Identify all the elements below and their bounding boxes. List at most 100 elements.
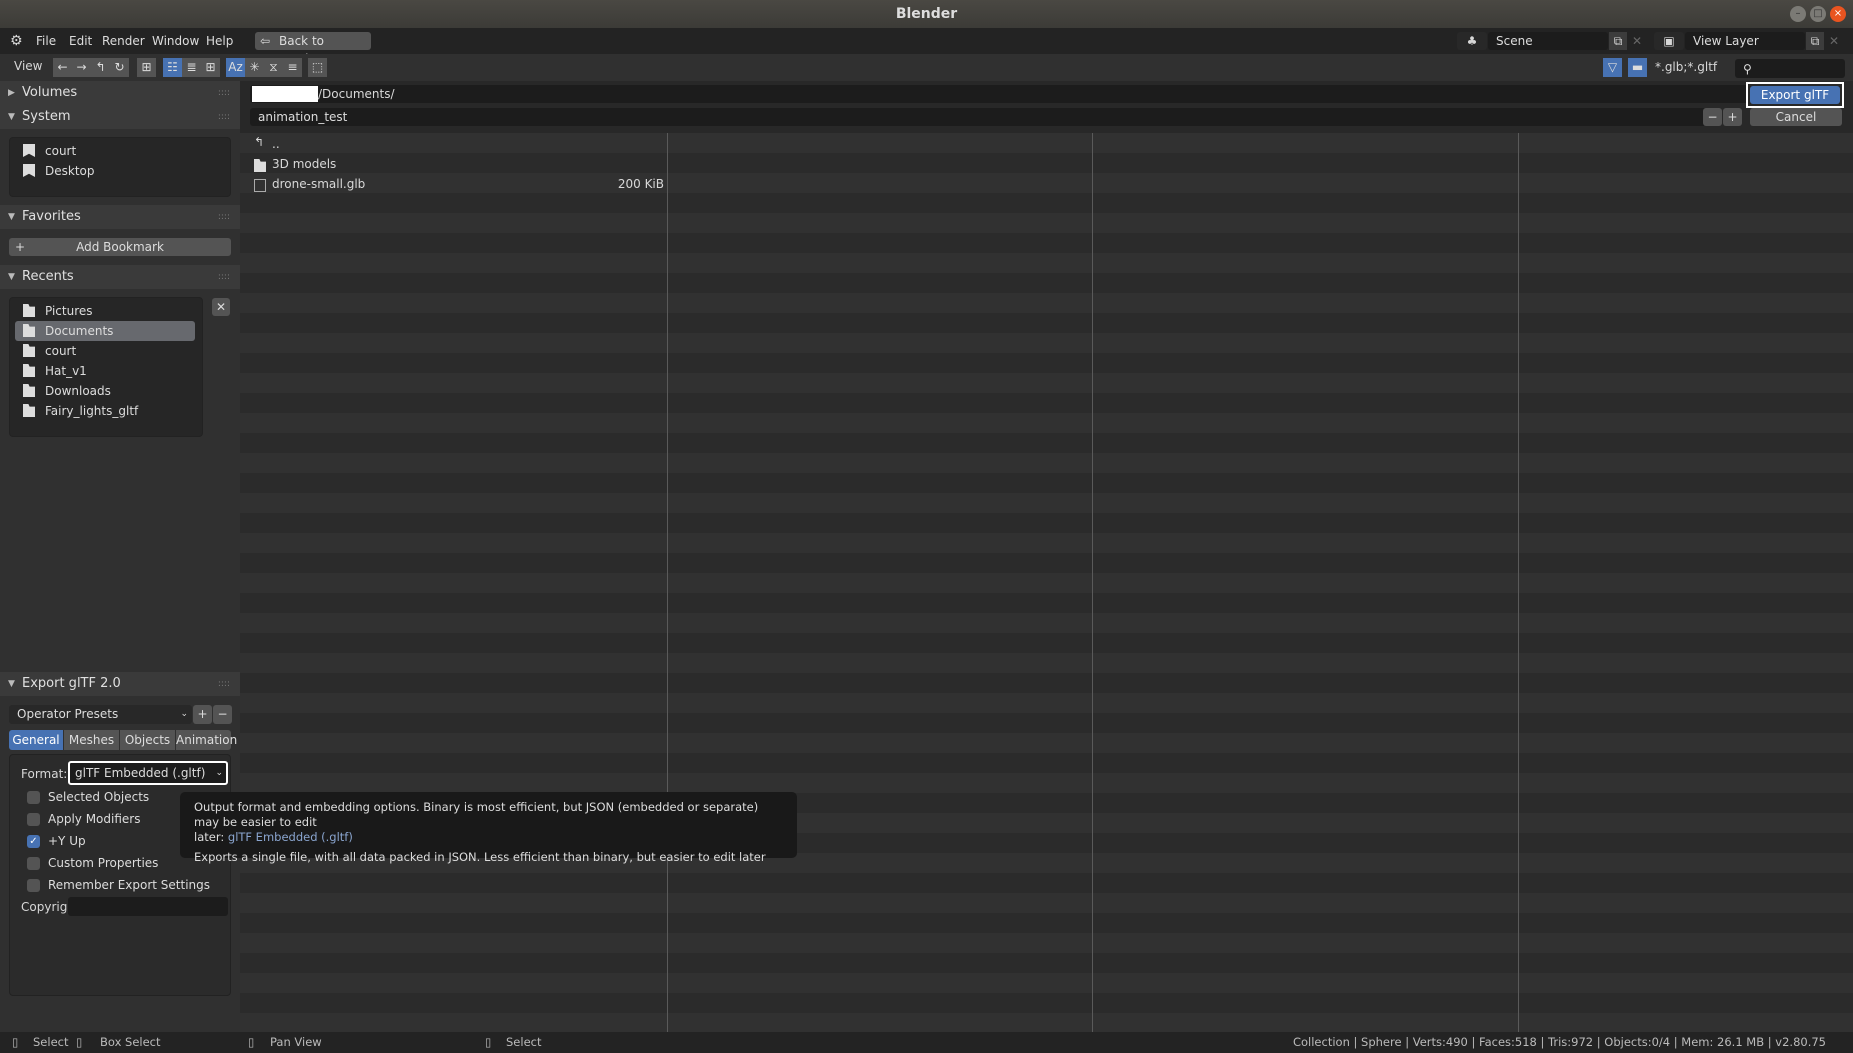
list-stripe (240, 653, 1853, 673)
menu-window[interactable]: Window (146, 32, 205, 50)
export-panel-header[interactable]: ▼ Export glTF 2.0:::: (0, 672, 240, 696)
export-panel-title: Export glTF 2.0 (22, 676, 121, 691)
export-gltf-button[interactable]: Export glTF 2.0 (1750, 86, 1840, 120)
selected-objects-checkbox[interactable] (27, 791, 40, 804)
long-list-icon[interactable]: ≣ (182, 58, 201, 77)
status-select-right: Select (506, 1035, 542, 1049)
apply-modifiers-checkbox[interactable] (27, 813, 40, 826)
refresh-icon[interactable]: ↻ (110, 58, 129, 77)
menu-edit[interactable]: Edit (63, 32, 98, 50)
new-folder-icon[interactable]: ⊞ (137, 58, 156, 77)
format-label: Format: (21, 767, 68, 781)
scene-icon[interactable]: ♣ (1457, 32, 1487, 50)
filter-icon[interactable]: ▽ (1603, 58, 1622, 77)
mouse-drag-icon: ▯ (76, 1035, 83, 1049)
maximize-button[interactable]: □ (1810, 6, 1826, 22)
add-preset-button[interactable]: + (193, 705, 212, 724)
menu-render[interactable]: Render (96, 32, 151, 50)
sort-size-icon[interactable]: ≡ (283, 58, 302, 77)
list-stripe (240, 573, 1853, 593)
back-to-previous-button[interactable]: ⇦Back to Previous (255, 32, 371, 66)
back-arrow-icon[interactable]: ← (53, 58, 72, 77)
window-title: Blender (895, 6, 958, 22)
item-label: court (45, 344, 77, 358)
sort-extension-icon[interactable]: ✳ (245, 58, 264, 77)
view-menu[interactable]: View (14, 59, 42, 73)
delete-scene-icon[interactable]: ✕ (1628, 32, 1646, 50)
copyright-input[interactable] (68, 897, 228, 916)
y-up-checkbox[interactable]: ✓ (27, 835, 40, 848)
filename-input[interactable]: animation_test (250, 108, 1708, 126)
menu-help[interactable]: Help (200, 32, 239, 50)
cancel-button[interactable]: Cancel (1750, 108, 1842, 126)
list-stripe (240, 193, 1853, 213)
copyright-label: Copyrig.. (21, 900, 75, 914)
menu-file[interactable]: File (30, 32, 62, 50)
list-stripe (240, 973, 1853, 993)
recents-header[interactable]: ▼ Recents:::: (0, 265, 240, 289)
forward-arrow-icon[interactable]: → (72, 58, 91, 77)
recent-item[interactable]: Pictures (15, 301, 195, 321)
grip-icon[interactable]: :::: (218, 205, 230, 229)
recent-item-selected[interactable]: Documents (15, 321, 195, 341)
increment-filename-button[interactable]: + (1723, 108, 1742, 126)
list-stripe (240, 633, 1853, 653)
directory-path-input[interactable]: /Documents/ (250, 85, 1748, 103)
tab-general[interactable]: General (9, 730, 63, 750)
recent-item[interactable]: Fairy_lights_gltf (15, 401, 195, 421)
remember-settings-checkbox[interactable] (27, 879, 40, 892)
short-list-icon[interactable]: ☷ (163, 58, 182, 77)
operator-presets-dropdown[interactable]: Operator Presets ⌄ (9, 705, 192, 724)
list-stripe (240, 893, 1853, 913)
duplicate-scene-icon[interactable]: ⧉ (1609, 32, 1627, 50)
recent-item[interactable]: Hat_v1 (15, 361, 195, 381)
format-dropdown[interactable]: glTF Embedded (.gltf) ⌄ (68, 761, 228, 785)
recent-item[interactable]: Downloads (15, 381, 195, 401)
recent-item[interactable]: court (15, 341, 195, 361)
add-bookmark-button[interactable]: + Add Bookmark (9, 238, 231, 256)
sidebar: ▶ Volumes:::: ▼ System:::: court Desktop ▼… (0, 81, 240, 1032)
duplicate-view-layer-icon[interactable]: ⧉ (1806, 32, 1824, 50)
grip-icon[interactable]: :::: (218, 265, 230, 289)
item-label: Documents (45, 324, 114, 338)
parent-directory-icon[interactable]: ↰ (91, 58, 110, 77)
remove-preset-button[interactable]: − (213, 705, 232, 724)
hidden-files-icon[interactable]: ⬚ (308, 58, 327, 77)
sort-time-icon[interactable]: ⧖ (264, 58, 283, 77)
folder-filter-icon[interactable]: ▬ (1628, 58, 1647, 77)
tab-meshes[interactable]: Meshes (64, 730, 119, 750)
minimize-button[interactable]: – (1790, 6, 1806, 22)
close-button[interactable]: × (1830, 6, 1846, 22)
custom-properties-checkbox[interactable] (27, 857, 40, 870)
search-input[interactable]: ⚲ (1735, 59, 1845, 78)
clear-recents-icon[interactable]: ✕ (212, 298, 230, 316)
blender-logo-icon[interactable]: ⚙ (10, 33, 23, 49)
delete-view-layer-icon[interactable]: ✕ (1825, 32, 1843, 50)
volumes-header[interactable]: ▶ Volumes:::: (0, 81, 240, 105)
thumbnails-icon[interactable]: ⊞ (201, 58, 220, 77)
scene-field[interactable]: Scene (1488, 32, 1608, 50)
mouse-right-icon: ▯ (485, 1035, 492, 1049)
list-stripe (240, 713, 1853, 733)
filter-glob[interactable]: *.glb;*.gltf (1655, 60, 1717, 74)
sort-alpha-icon[interactable]: Az (226, 58, 245, 77)
grip-icon[interactable]: :::: (218, 105, 230, 129)
decrement-filename-button[interactable]: − (1703, 108, 1722, 126)
favorites-header[interactable]: ▼ Favorites:::: (0, 205, 240, 229)
expanded-icon: ▼ (8, 112, 15, 122)
status-pan-view: Pan View (270, 1035, 322, 1049)
file-entry-file[interactable]: drone-small.glb 200 KiB (254, 175, 664, 195)
tab-animation[interactable]: Animation (176, 730, 237, 750)
tab-objects[interactable]: Objects (120, 730, 175, 750)
view-layer-field[interactable]: View Layer (1685, 32, 1805, 50)
list-stripe (240, 593, 1853, 613)
system-header[interactable]: ▼ System:::: (0, 105, 240, 129)
item-label: court (45, 144, 77, 158)
view-layer-icon[interactable]: ▣ (1654, 32, 1684, 50)
system-item-court[interactable]: court (15, 141, 195, 161)
system-item-desktop[interactable]: Desktop (15, 161, 195, 181)
file-entry-parent[interactable]: ↰.. (254, 135, 664, 155)
file-entry-folder[interactable]: 3D models (254, 155, 664, 175)
grip-icon[interactable]: :::: (218, 672, 230, 696)
grip-icon[interactable]: :::: (218, 81, 230, 105)
